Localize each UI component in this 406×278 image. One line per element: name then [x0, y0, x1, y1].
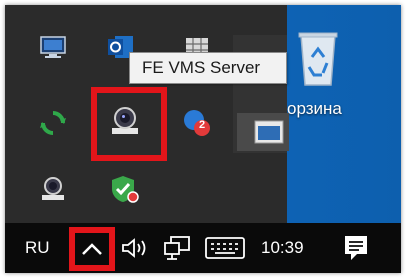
- chat-badge-count: 2: [199, 119, 206, 131]
- language-indicator[interactable]: RU: [25, 238, 50, 258]
- tray-tooltip: FE VMS Server: [129, 52, 287, 84]
- touch-keyboard-icon[interactable]: [205, 237, 245, 264]
- recycle-bin-label[interactable]: орзина: [287, 99, 342, 119]
- window-thumbnail[interactable]: [237, 113, 289, 151]
- action-center-icon[interactable]: [343, 234, 369, 267]
- clock[interactable]: 10:39: [261, 238, 304, 258]
- screenshot-frame: орзина 2 FE VMS Server RU 10:39: [5, 5, 401, 273]
- network-icon[interactable]: [163, 235, 193, 266]
- shield-check-icon[interactable]: [105, 169, 145, 209]
- chat-badge-icon[interactable]: 2: [177, 103, 217, 143]
- fe-vms-highlight-box: [91, 87, 167, 161]
- taskbar: RU 10:39: [5, 223, 401, 273]
- camera-client-icon[interactable]: [33, 169, 73, 209]
- volume-icon[interactable]: [121, 236, 151, 265]
- display-icon[interactable]: [33, 27, 73, 67]
- sync-icon[interactable]: [33, 103, 73, 143]
- recycle-bin-icon[interactable]: [295, 27, 341, 89]
- show-hidden-icons-button[interactable]: [69, 227, 115, 271]
